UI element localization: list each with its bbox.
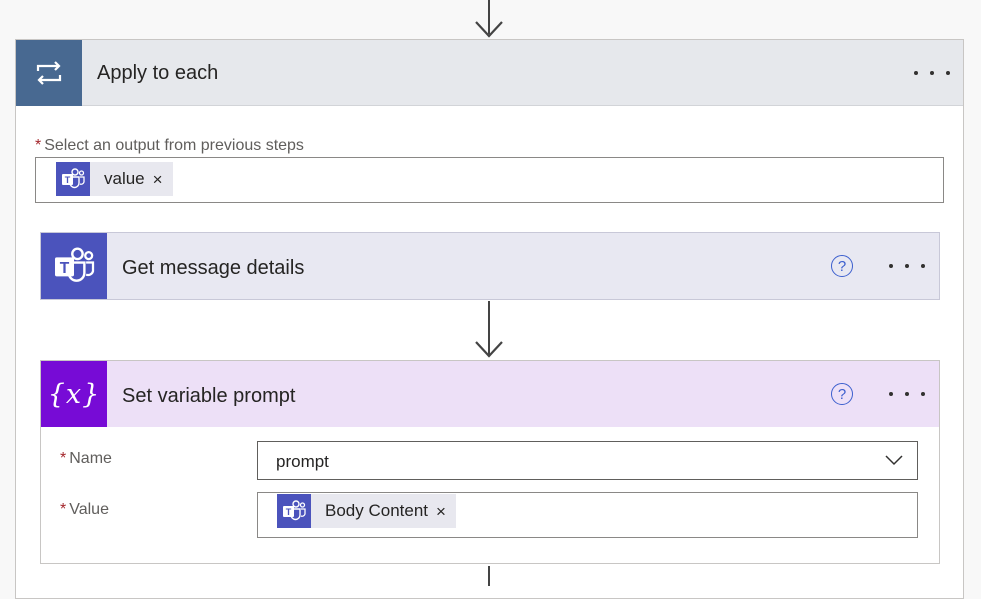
- teams-token-icon-box: T: [56, 162, 90, 196]
- get-message-details-card[interactable]: T Get message details ?: [40, 232, 940, 300]
- dot: [905, 264, 909, 268]
- teams-token-icon-box: T: [277, 494, 311, 528]
- loop-icon: [36, 61, 62, 85]
- apply-to-each-more-button[interactable]: [914, 61, 950, 85]
- arrow-down-icon: [475, 341, 503, 358]
- svg-text:T: T: [286, 507, 292, 517]
- chevron-down-icon: [885, 455, 903, 466]
- dot: [889, 392, 893, 396]
- name-field-label-text: Name: [69, 450, 112, 467]
- svg-text:T: T: [65, 175, 71, 185]
- dot: [921, 392, 925, 396]
- connector-line-bottom: [488, 566, 490, 586]
- name-dropdown-value: prompt: [276, 452, 329, 471]
- help-icon[interactable]: ?: [831, 383, 853, 405]
- svg-text:T: T: [60, 260, 70, 277]
- value-field-label: * Value: [60, 501, 109, 519]
- dot: [914, 71, 918, 75]
- output-field-input[interactable]: T value ×: [35, 157, 944, 203]
- dot: [946, 71, 950, 75]
- set-variable-card: {x} Set variable prompt ? * Name prompt *…: [40, 360, 940, 564]
- teams-icon: T: [62, 168, 85, 189]
- apply-to-each-icon-box: [16, 40, 82, 106]
- value-field-input[interactable]: T Body Content ×: [257, 492, 918, 538]
- set-variable-more-button[interactable]: [889, 382, 925, 406]
- required-mark: *: [35, 137, 42, 154]
- name-field-label: * Name: [60, 450, 112, 468]
- apply-to-each-title: Apply to each: [97, 62, 219, 84]
- dot: [889, 264, 893, 268]
- value-token-label: value: [104, 169, 145, 188]
- get-message-details-more-button[interactable]: [889, 254, 925, 278]
- teams-icon: T: [55, 247, 95, 282]
- get-message-details-title: Get message details: [122, 257, 305, 279]
- body-content-token[interactable]: T Body Content ×: [277, 494, 456, 528]
- apply-to-each-header[interactable]: Apply to each: [16, 40, 963, 106]
- remove-token-icon[interactable]: ×: [153, 171, 173, 188]
- body-content-token-label: Body Content: [325, 501, 429, 520]
- variable-icon: {x}: [47, 378, 101, 410]
- required-mark: *: [60, 501, 67, 518]
- set-variable-header[interactable]: {x} Set variable prompt ?: [41, 361, 939, 427]
- name-dropdown[interactable]: prompt: [257, 441, 918, 480]
- output-field-label: * Select an output from previous steps: [35, 137, 304, 155]
- set-variable-title: Set variable prompt: [122, 385, 296, 407]
- arrow-down-icon: [475, 21, 503, 38]
- teams-icon: T: [283, 500, 306, 521]
- help-icon[interactable]: ?: [831, 255, 853, 277]
- output-field-label-text: Select an output from previous steps: [44, 137, 304, 154]
- value-field-label-text: Value: [69, 501, 109, 518]
- remove-token-icon[interactable]: ×: [436, 503, 456, 520]
- value-token[interactable]: T value ×: [56, 162, 173, 196]
- dot: [930, 71, 934, 75]
- dot: [905, 392, 909, 396]
- required-mark: *: [60, 450, 67, 467]
- dot: [921, 264, 925, 268]
- teams-icon-box: T: [41, 233, 107, 299]
- variable-icon-box: {x}: [41, 361, 107, 427]
